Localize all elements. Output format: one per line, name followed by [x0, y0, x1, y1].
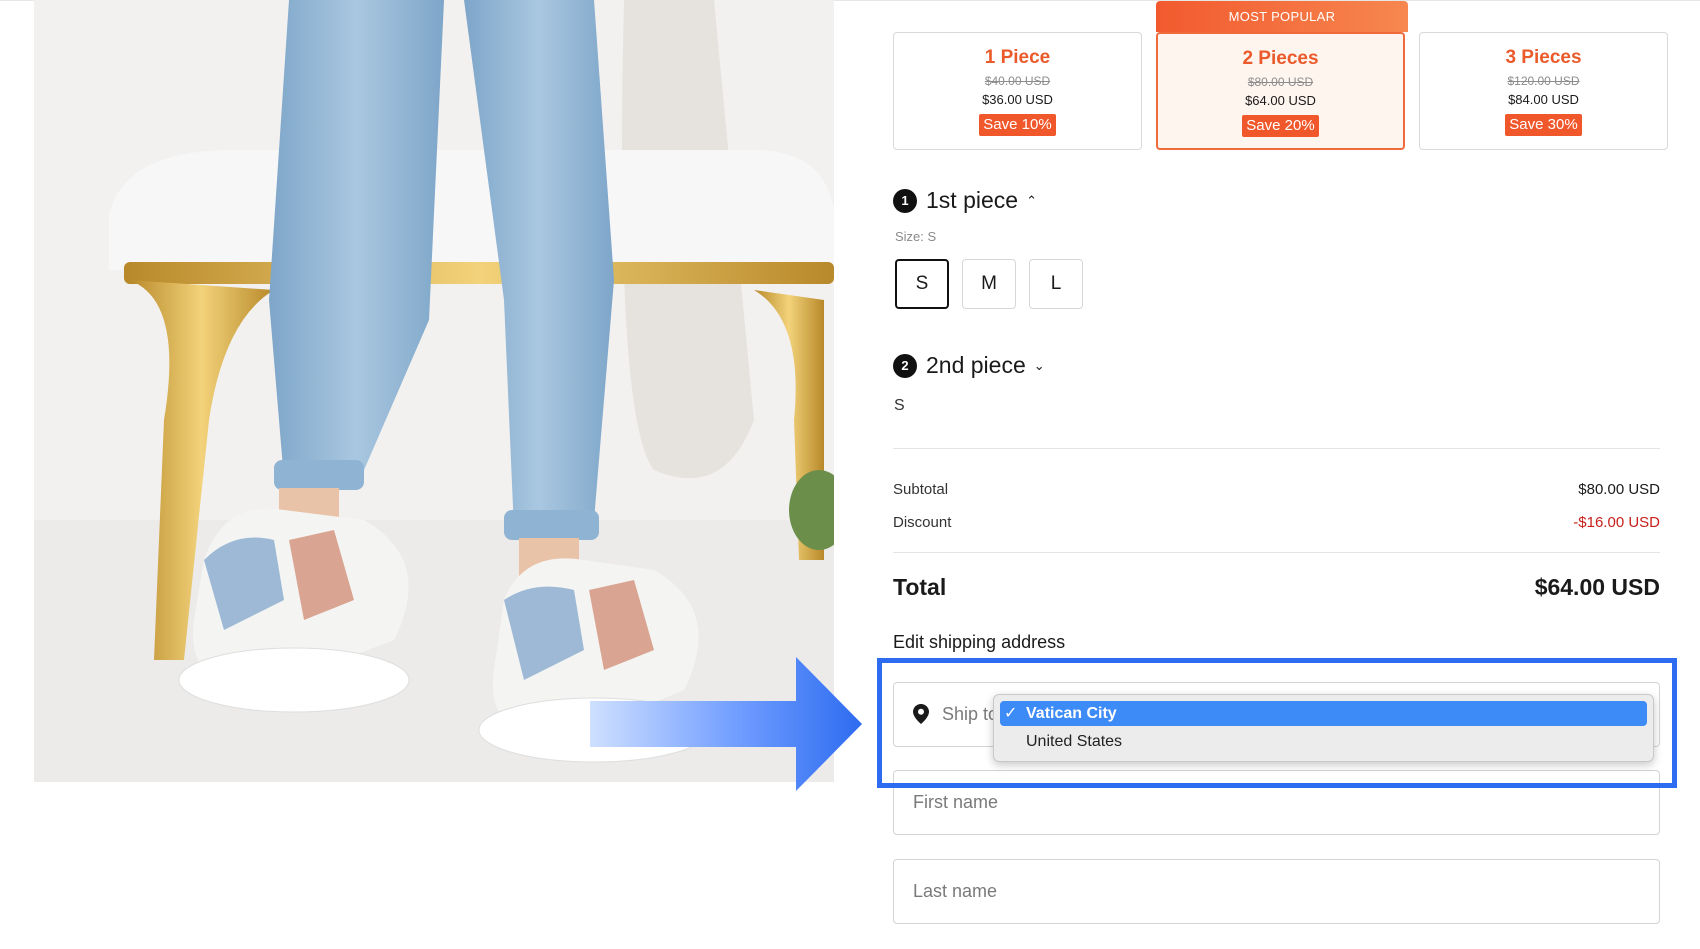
total-divider [893, 552, 1660, 553]
first-piece-toggle[interactable]: 1 1st piece ⌃ [893, 187, 1037, 214]
subtotal-value: $80.00 USD [1578, 481, 1660, 498]
chevron-up-icon: ⌃ [1026, 192, 1037, 208]
bundle-option-2-pieces[interactable]: 2 Pieces $80.00 USD $64.00 USD Save 20% [1156, 32, 1405, 150]
step-number-badge: 1 [893, 188, 917, 213]
total-label: Total [893, 574, 947, 600]
size-caption: Size: S [895, 229, 937, 244]
bundle-title: 3 Pieces [1505, 47, 1582, 68]
total-value: $64.00 USD [1534, 574, 1660, 600]
country-option-selected[interactable]: ✓ Vatican City [1000, 701, 1647, 726]
bundle-original-price: $120.00 USD [1507, 74, 1580, 88]
bundle-title: 1 Piece [984, 47, 1051, 68]
bundle-option-3-pieces[interactable]: 3 Pieces $120.00 USD $84.00 USD Save 30% [1419, 32, 1668, 150]
second-piece-label: 2nd piece [926, 352, 1026, 378]
step-number-badge: 2 [893, 353, 917, 378]
checkmark-icon: ✓ [1004, 705, 1018, 722]
second-piece-toggle[interactable]: 2 2nd piece ⌄ [893, 352, 1045, 379]
bundle-original-price: $40.00 USD [984, 74, 1051, 88]
bundle-option-1-piece[interactable]: 1 Piece $40.00 USD $36.00 USD Save 10% [893, 32, 1142, 150]
second-piece-size-value: S [894, 397, 905, 414]
bundle-save-badge: Save 30% [1505, 114, 1582, 136]
shipping-section-title: Edit shipping address [893, 632, 1066, 652]
size-option-s[interactable]: S [895, 259, 949, 309]
country-option[interactable]: United States [1000, 729, 1647, 754]
bundle-price: $84.00 USD [1508, 92, 1579, 107]
country-dropdown-menu: ✓ Vatican City United States [993, 694, 1654, 762]
first-piece-label: 1st piece [926, 187, 1019, 213]
bundle-price: $64.00 USD [1245, 93, 1316, 108]
summary-divider [893, 448, 1660, 449]
most-popular-badge: MOST POPULAR [1156, 1, 1408, 32]
first-name-input[interactable]: First name [893, 770, 1660, 835]
product-photo [34, 0, 834, 782]
bundle-original-price: $80.00 USD [1247, 75, 1314, 89]
last-name-input[interactable]: Last name [893, 859, 1660, 924]
first-name-placeholder: First name [913, 792, 999, 812]
bundle-save-badge: Save 20% [1242, 115, 1319, 137]
bundle-title: 2 Pieces [1242, 48, 1319, 69]
last-name-placeholder: Last name [913, 881, 998, 901]
location-pin-icon [913, 704, 929, 729]
country-option-label: Vatican City [1026, 705, 1117, 722]
country-option-label: United States [1026, 733, 1123, 750]
bundle-price: $36.00 USD [982, 92, 1053, 107]
chevron-down-icon: ⌄ [1033, 357, 1045, 373]
size-option-m[interactable]: M [962, 259, 1016, 309]
size-option-l[interactable]: L [1029, 259, 1083, 309]
discount-label: Discount [893, 514, 952, 531]
ship-to-placeholder: Ship to [942, 704, 999, 724]
subtotal-label: Subtotal [893, 481, 949, 498]
bundle-save-badge: Save 10% [979, 114, 1056, 136]
discount-value: -$16.00 USD [1573, 514, 1660, 531]
